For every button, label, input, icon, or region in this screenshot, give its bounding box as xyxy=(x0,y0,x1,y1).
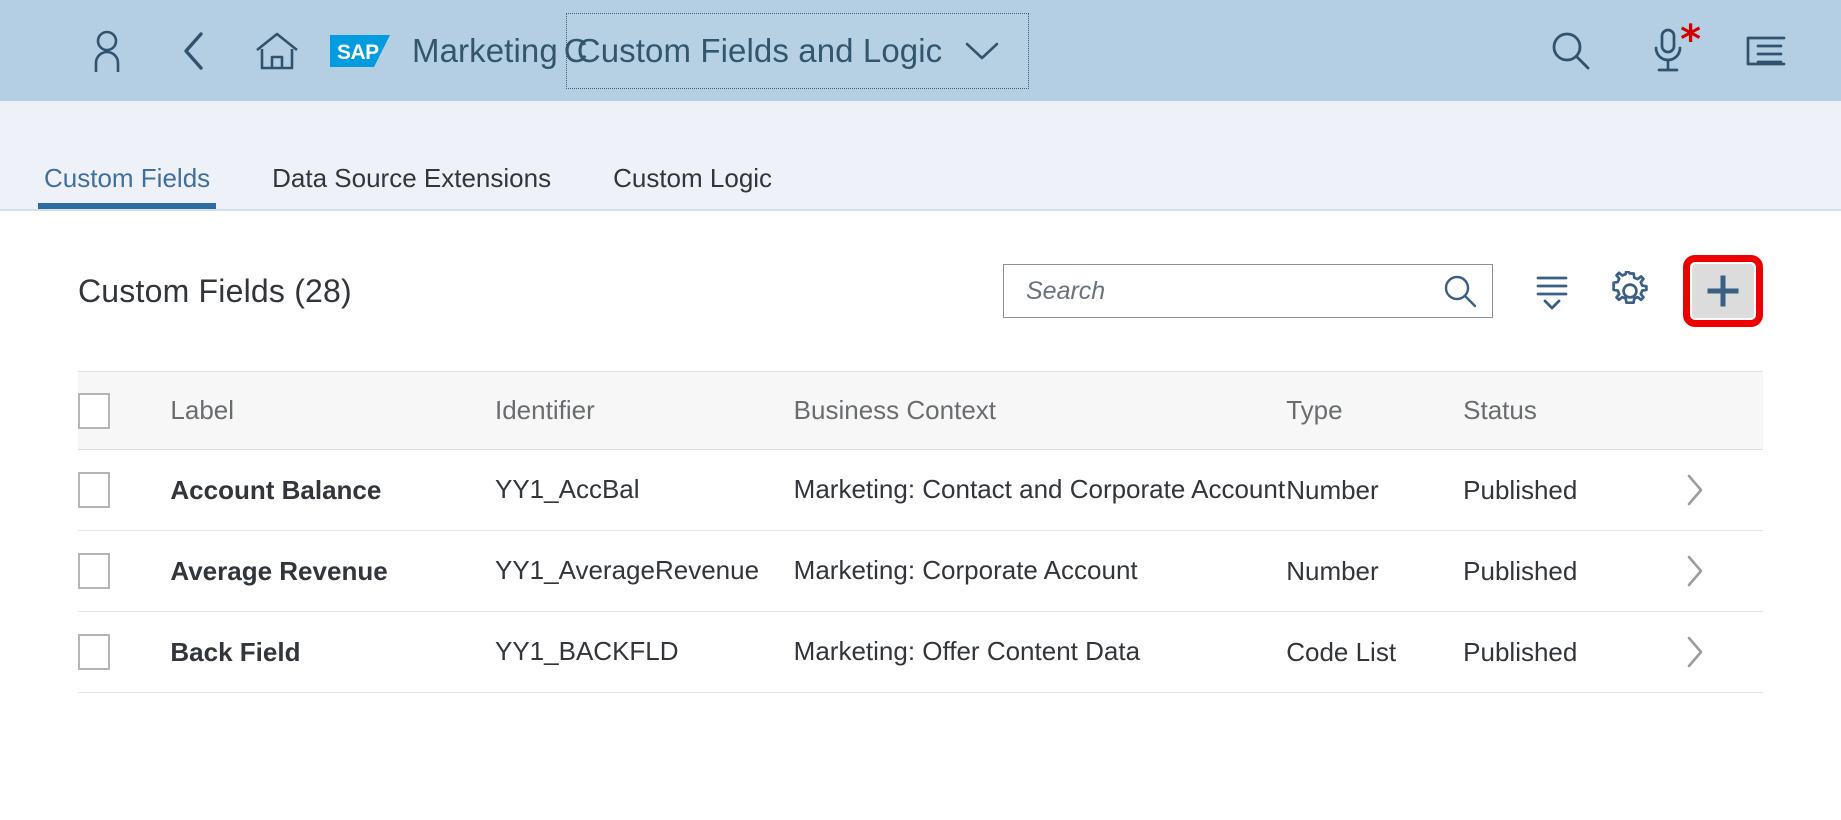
back-chevron-icon[interactable] xyxy=(164,22,222,80)
select-all-checkbox[interactable] xyxy=(78,393,110,429)
app-title-ghost-char: C xyxy=(564,32,588,70)
microphone-icon[interactable]: * xyxy=(1639,22,1697,80)
cell-identifier: YY1_BACKFLD xyxy=(495,612,794,693)
table-row[interactable]: Back Field YY1_BACKFLD Marketing: Offer … xyxy=(78,612,1763,693)
chevron-right-icon[interactable] xyxy=(1684,554,1763,588)
cell-identifier: YY1_AccBal xyxy=(495,450,794,531)
main-content: Custom Fields (28) xyxy=(0,211,1841,693)
product-name: Marketing xyxy=(412,32,558,70)
row-select-cell[interactable] xyxy=(78,531,170,612)
add-custom-field-button[interactable] xyxy=(1692,264,1754,318)
sort-icon[interactable] xyxy=(1521,262,1583,320)
app-title-selector[interactable]: CCustom Fields and Logic xyxy=(566,13,1029,89)
search-field[interactable] xyxy=(1003,264,1493,318)
page-title: Custom Fields (28) xyxy=(78,273,352,310)
chevron-down-icon[interactable] xyxy=(964,40,1000,62)
tab-data-source-extensions[interactable]: Data Source Extensions xyxy=(272,165,551,209)
status-badge: Published xyxy=(1463,612,1684,693)
plus-icon xyxy=(1705,273,1741,309)
column-header-nav xyxy=(1684,372,1763,450)
cell-type: Number xyxy=(1286,531,1463,612)
shell-bar-right: * xyxy=(1541,22,1795,80)
mic-required-badge: * xyxy=(1680,20,1701,60)
app-title-label: Custom Fields and Logic xyxy=(577,32,942,69)
row-checkbox[interactable] xyxy=(78,634,110,670)
search-icon[interactable] xyxy=(1442,273,1478,309)
row-checkbox[interactable] xyxy=(78,553,110,589)
tab-bar: Custom Fields Data Source Extensions Cus… xyxy=(0,101,1841,211)
table-row[interactable]: Account Balance YY1_AccBal Marketing: Co… xyxy=(78,450,1763,531)
shell-bar: SAP Marketing CCustom Fields and Logic xyxy=(0,0,1841,101)
cell-type: Code List xyxy=(1286,612,1463,693)
app-title: CCustom Fields and Logic xyxy=(577,32,942,70)
search-icon[interactable] xyxy=(1541,22,1599,80)
status-badge: Published xyxy=(1463,531,1684,612)
row-nav-cell[interactable] xyxy=(1684,531,1763,612)
column-header-business-context[interactable]: Business Context xyxy=(794,372,1287,450)
tab-custom-fields[interactable]: Custom Fields xyxy=(44,165,210,209)
select-all-cell[interactable] xyxy=(78,372,170,450)
home-icon[interactable] xyxy=(248,22,306,80)
table-header-row: Label Identifier Business Context Type S… xyxy=(78,372,1763,450)
table-row[interactable]: Average Revenue YY1_AverageRevenue Marke… xyxy=(78,531,1763,612)
svg-text:SAP: SAP xyxy=(337,41,379,64)
cell-business-context: Marketing: Offer Content Data xyxy=(794,612,1287,693)
chevron-right-icon[interactable] xyxy=(1684,473,1763,507)
shell-title-group: Marketing CCustom Fields and Logic xyxy=(412,13,1029,89)
chevron-right-icon[interactable] xyxy=(1684,635,1763,669)
column-header-label[interactable]: Label xyxy=(170,372,495,450)
cell-label: Back Field xyxy=(170,612,495,693)
cell-business-context: Marketing: Corporate Account xyxy=(794,531,1287,612)
tab-custom-logic[interactable]: Custom Logic xyxy=(613,165,772,209)
search-input[interactable] xyxy=(1026,277,1442,306)
list-menu-icon[interactable] xyxy=(1737,22,1795,80)
sap-logo: SAP xyxy=(330,35,390,67)
cell-identifier: YY1_AverageRevenue xyxy=(495,531,794,612)
row-select-cell[interactable] xyxy=(78,612,170,693)
cell-label: Account Balance xyxy=(170,450,495,531)
cell-business-context: Marketing: Contact and Corporate Account xyxy=(794,450,1287,531)
cell-type: Number xyxy=(1286,450,1463,531)
row-nav-cell[interactable] xyxy=(1684,450,1763,531)
add-button-highlight xyxy=(1683,255,1763,327)
list-toolbar: Custom Fields (28) xyxy=(78,211,1763,371)
status-badge: Published xyxy=(1463,450,1684,531)
row-checkbox[interactable] xyxy=(78,472,110,508)
custom-fields-table: Label Identifier Business Context Type S… xyxy=(78,371,1763,693)
cell-label: Average Revenue xyxy=(170,531,495,612)
user-icon[interactable] xyxy=(78,22,136,80)
shell-bar-left: SAP Marketing CCustom Fields and Logic xyxy=(78,13,1029,89)
gear-icon[interactable] xyxy=(1599,262,1661,320)
toolbar-actions xyxy=(1003,255,1763,327)
column-header-identifier[interactable]: Identifier xyxy=(495,372,794,450)
row-nav-cell[interactable] xyxy=(1684,612,1763,693)
row-select-cell[interactable] xyxy=(78,450,170,531)
column-header-status[interactable]: Status xyxy=(1463,372,1684,450)
column-header-type[interactable]: Type xyxy=(1286,372,1463,450)
